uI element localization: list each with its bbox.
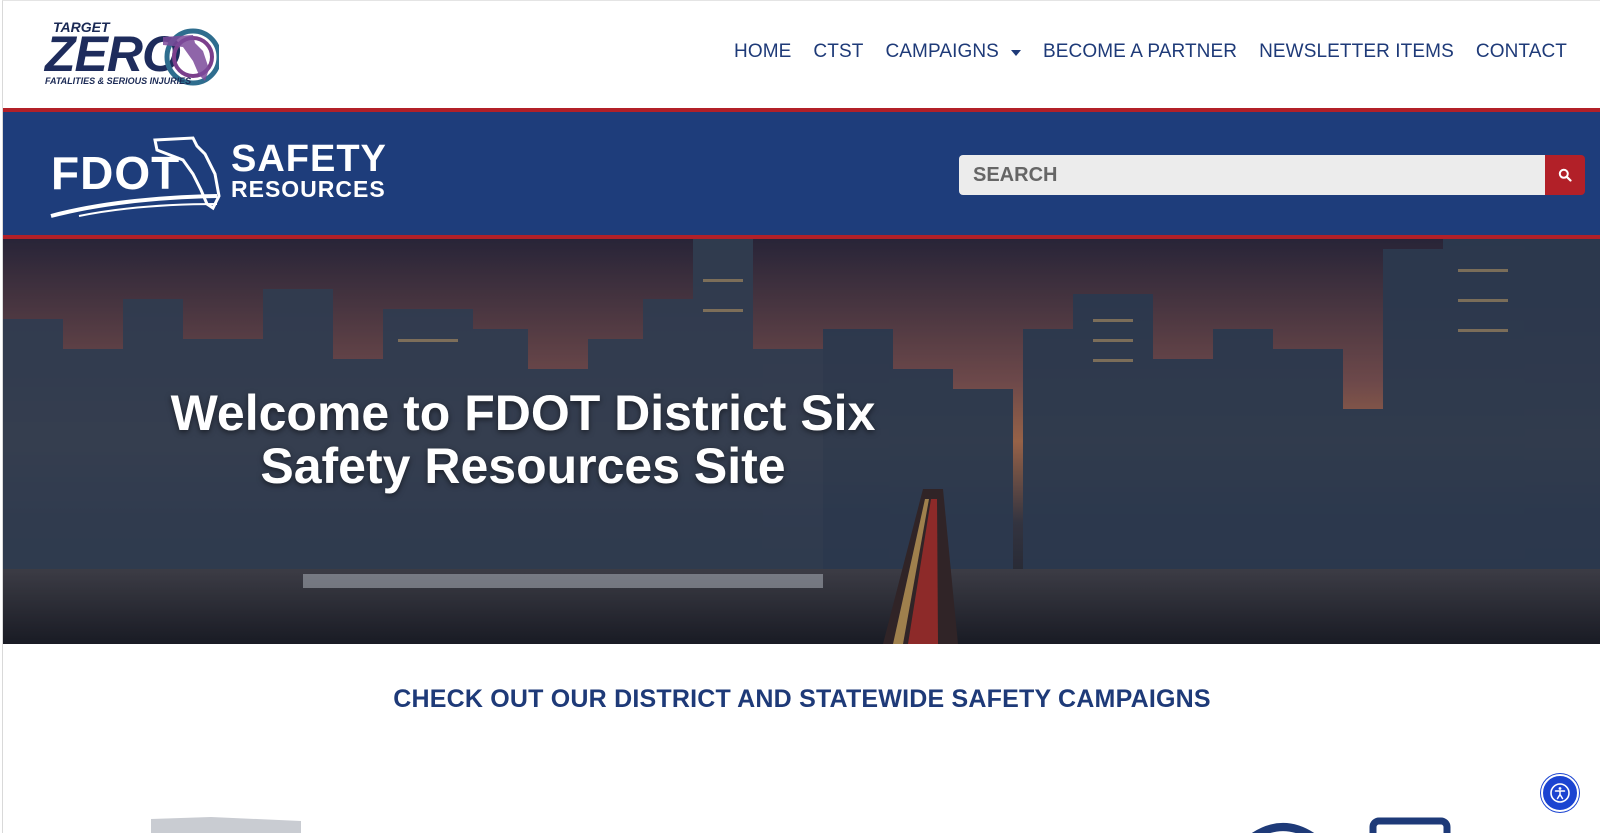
campaign-graphic-right[interactable]	[1233, 817, 1453, 833]
search-form	[959, 155, 1585, 195]
hero-banner: Welcome to FDOT District Six Safety Reso…	[3, 239, 1600, 644]
nav-campaigns[interactable]: CAMPAIGNS	[885, 41, 1021, 63]
hero-title: Welcome to FDOT District Six Safety Reso…	[123, 387, 923, 493]
site-header: TARGET ZERO FATALITIES & SERIOUS INJURIE…	[3, 1, 1600, 108]
nav-ctst[interactable]: CTST	[813, 41, 863, 63]
search-input[interactable]	[959, 155, 1545, 195]
hero-title-line2: Safety Resources Site	[260, 438, 786, 494]
accessibility-button[interactable]	[1541, 774, 1579, 812]
accessibility-icon	[1550, 783, 1570, 803]
brand-band: FDOT SAFETY RESOURCES	[3, 108, 1600, 239]
logo-subtitle: FATALITIES & SERIOUS INJURIES	[45, 76, 192, 86]
page: TARGET ZERO FATALITIES & SERIOUS INJURIE…	[2, 0, 1600, 833]
logo-safety-text: SAFETY	[231, 138, 387, 180]
campaigns-heading: CHECK OUT OUR DISTRICT AND STATEWIDE SAF…	[393, 685, 1211, 713]
fdot-safety-resources-logo[interactable]: FDOT SAFETY RESOURCES	[49, 134, 389, 218]
search-icon	[1558, 168, 1572, 182]
nav-home[interactable]: HOME	[734, 41, 791, 63]
nav-newsletter-items[interactable]: NEWSLETTER ITEMS	[1259, 41, 1454, 63]
campaign-graphic-left[interactable]	[151, 817, 311, 833]
logo-resources-text: RESOURCES	[231, 176, 386, 202]
logo-fdot-text: FDOT	[51, 147, 181, 199]
nav-campaigns-label: CAMPAIGNS	[885, 41, 999, 62]
nav-contact[interactable]: CONTACT	[1476, 41, 1567, 63]
target-zero-logo[interactable]: TARGET ZERO FATALITIES & SERIOUS INJURIE…	[43, 19, 223, 91]
road-swoosh-icon	[50, 194, 218, 218]
nav-become-a-partner[interactable]: BECOME A PARTNER	[1043, 41, 1237, 63]
search-button[interactable]	[1545, 155, 1585, 195]
caret-down-icon[interactable]	[1010, 50, 1021, 56]
hero-title-line1: Welcome to FDOT District Six	[170, 385, 876, 441]
main-nav: HOME CTST CAMPAIGNS BECOME A PARTNER NEW…	[734, 41, 1567, 63]
